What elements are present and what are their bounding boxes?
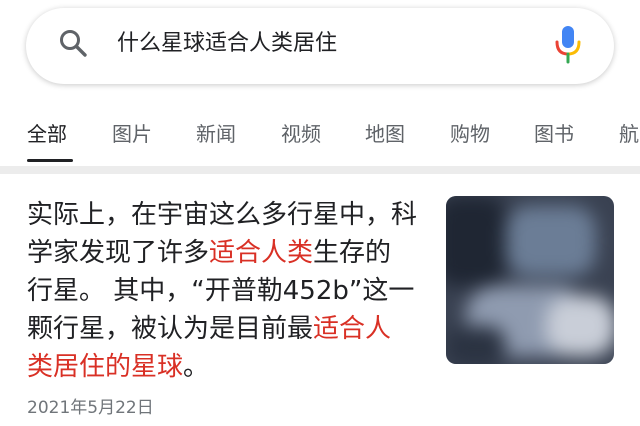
blurred-image (446, 196, 614, 364)
tab-images[interactable]: 图片 (112, 120, 152, 148)
tab-all[interactable]: 全部 (27, 120, 67, 148)
search-results-page: 什么星球适合人类居住 全部 图片 新闻 视频 地图 购物 图书 航 实际上，在宇… (0, 0, 640, 426)
header: 什么星球适合人类居住 全部 图片 新闻 视频 地图 购物 图书 航 (0, 0, 640, 172)
search-icon[interactable] (58, 28, 88, 58)
tab-flights[interactable]: 航 (619, 120, 639, 148)
snippet-thumbnail[interactable] (446, 196, 614, 364)
active-tab-indicator (27, 159, 73, 162)
tab-books[interactable]: 图书 (534, 120, 574, 148)
featured-snippet: 实际上，在宇宙这么多行星中，科学家发现了许多适合人类生存的行星。 其中，“开普勒… (0, 174, 640, 426)
tab-shopping[interactable]: 购物 (450, 120, 490, 148)
tab-maps[interactable]: 地图 (365, 120, 405, 148)
search-input[interactable]: 什么星球适合人类居住 (117, 28, 337, 60)
mic-icon[interactable] (552, 24, 584, 64)
section-divider (0, 166, 640, 174)
tab-videos[interactable]: 视频 (281, 120, 321, 148)
snippet-highlight-1: 适合人类 (209, 238, 314, 268)
snippet-part-3: 。 (183, 352, 210, 382)
tab-news[interactable]: 新闻 (196, 120, 236, 148)
snippet-date: 2021年5月22日 (27, 398, 154, 418)
snippet-text[interactable]: 实际上，在宇宙这么多行星中，科学家发现了许多适合人类生存的行星。 其中，“开普勒… (27, 196, 417, 386)
search-tabs: 全部 图片 新闻 视频 地图 购物 图书 航 (0, 112, 640, 164)
